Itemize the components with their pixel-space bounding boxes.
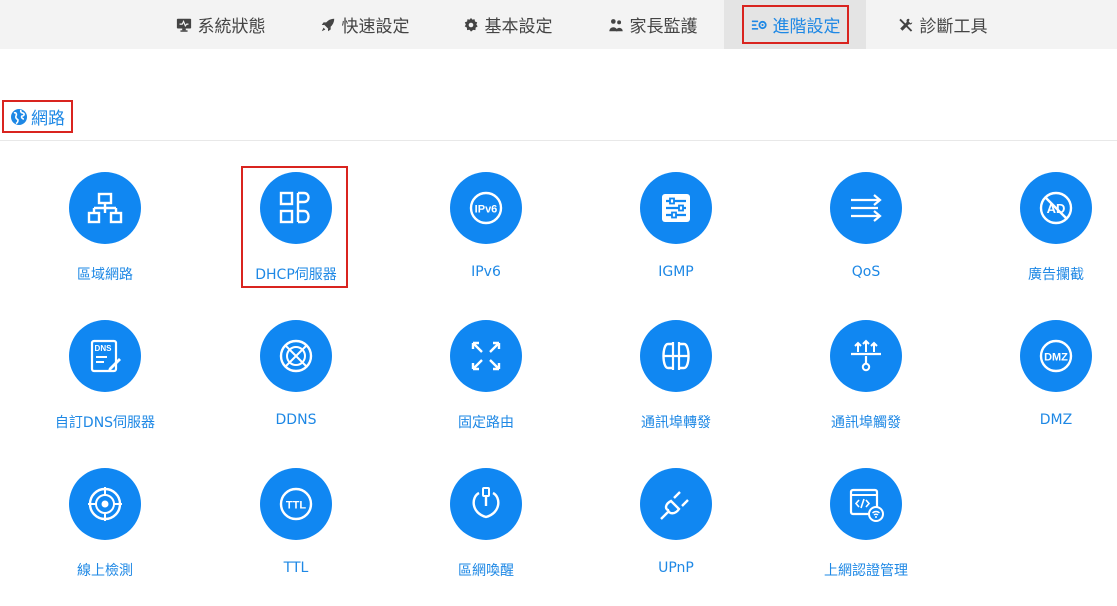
tile-label: 上網認證管理 [824,563,908,579]
nav-label: 診斷工具 [919,17,988,37]
tile-label: 通訊埠觸發 [831,415,901,431]
tile-circle [640,320,712,392]
nav-system-status[interactable]: 系統狀態 [160,0,280,49]
tile-label: 通訊埠轉發 [641,415,711,431]
section-divider [0,140,1117,141]
qos-icon [851,194,882,222]
svg-text:TTL: TTL [286,500,306,512]
tile-label: UPnP [658,560,694,576]
ddns-icon [279,339,313,373]
tile-upnp[interactable]: UPnP [596,468,756,598]
ad-block-icon: AD [1039,191,1073,225]
tile-circle: DMZ [1020,320,1092,392]
top-nav: 系統狀態 快速設定 基本設定 家長監護 進階設定 診斷工具 [0,0,1117,49]
nav-diagnostic-tools[interactable]: 診斷工具 [880,0,1004,49]
port-trigger-icon [851,339,881,372]
tile-circle [450,320,522,392]
tile-circle: DNS [69,320,141,392]
tile-igmp[interactable]: IGMP [596,172,756,302]
nav-quick-setup[interactable]: 快速設定 [302,0,426,49]
svg-text:AD: AD [1047,201,1066,216]
tile-label: 線上檢測 [77,563,133,579]
tile-port-trigger[interactable]: 通訊埠觸發 [786,320,946,450]
tile-circle [260,320,332,392]
rocket-icon [319,16,337,34]
nav-label: 快速設定 [341,17,410,37]
monitor-icon [175,16,193,34]
tile-label: 自訂DNS伺服器 [54,415,156,431]
igmp-icon [662,194,690,222]
svg-text:DNS: DNS [95,344,113,353]
tile-wake-on-lan[interactable]: 區網喚醒 [406,468,566,598]
svg-text:IPv6: IPv6 [475,204,498,216]
tile-circle [69,172,141,244]
advanced-settings-icon [750,16,768,34]
tile-label: TTL [283,560,309,576]
tile-label: DDNS [275,412,317,428]
tile-circle [830,320,902,392]
nav-label: 系統狀態 [197,17,266,37]
gear-icon [462,16,480,34]
tile-label: 廣告攔截 [1028,267,1084,283]
tile-static-route[interactable]: 固定路由 [406,320,566,450]
tile-qos[interactable]: QoS [786,172,946,302]
tile-ddns[interactable]: DDNS [216,320,376,450]
tile-label: 區網喚醒 [458,563,514,579]
tools-icon [897,16,915,34]
wake-on-lan-icon [472,487,500,519]
tile-port-forward[interactable]: 通訊埠轉發 [596,320,756,450]
tile-web-auth[interactable]: 上網認證管理 [786,468,946,598]
tile-online-detection[interactable]: 線上檢測 [25,468,185,598]
dmz-icon: DMZ [1039,339,1073,373]
nav-label: 進階設定 [772,17,841,37]
nav-parental-control[interactable]: 家長監護 [590,0,714,49]
tile-circle: IPv6 [450,172,522,244]
tile-dmz[interactable]: DMZ DMZ [976,320,1117,450]
port-forward-icon [662,342,690,370]
online-detect-icon [88,487,122,521]
upnp-icon [660,491,689,520]
svg-text:DMZ: DMZ [1044,352,1068,364]
active-tab-highlight: 進階設定 [741,5,849,44]
tile-circle [640,172,712,244]
web-auth-icon [849,488,884,522]
tile-label: QoS [851,264,881,280]
tile-ipv6[interactable]: IPv6 IPv6 [406,172,566,302]
tile-circle [640,468,712,540]
tile-label: 固定路由 [458,415,514,431]
nav-label: 基本設定 [484,17,553,37]
ttl-icon: TTL [279,487,313,521]
globe-icon [10,108,28,126]
lan-network-icon [87,192,123,224]
section-title-text: 網路 [31,109,65,129]
dhcp-tile-highlight [241,166,348,288]
dns-icon: DNS [90,339,121,373]
tile-circle [69,468,141,540]
tile-label: IPv6 [471,264,501,280]
tile-circle [450,468,522,540]
nav-advanced-settings[interactable]: 進階設定 [724,0,866,49]
tile-circle [830,172,902,244]
users-icon [607,16,625,34]
tile-ad-block[interactable]: AD 廣告攔截 [976,172,1117,302]
static-route-icon [471,341,501,371]
tile-lan[interactable]: 區域網路 [25,172,185,302]
tile-label: DMZ [1039,412,1073,428]
ipv6-icon: IPv6 [469,191,503,225]
tile-circle: TTL [260,468,332,540]
tile-circle [830,468,902,540]
tile-ttl[interactable]: TTL TTL [216,468,376,598]
nav-label: 家長監護 [629,17,698,37]
tile-label: 區域網路 [77,267,133,283]
section-title-network: 網路 [2,100,73,133]
tile-label: IGMP [658,264,694,280]
tile-custom-dns[interactable]: DNS 自訂DNS伺服器 [25,320,185,450]
tile-circle: AD [1020,172,1092,244]
nav-basic-settings[interactable]: 基本設定 [448,0,566,49]
